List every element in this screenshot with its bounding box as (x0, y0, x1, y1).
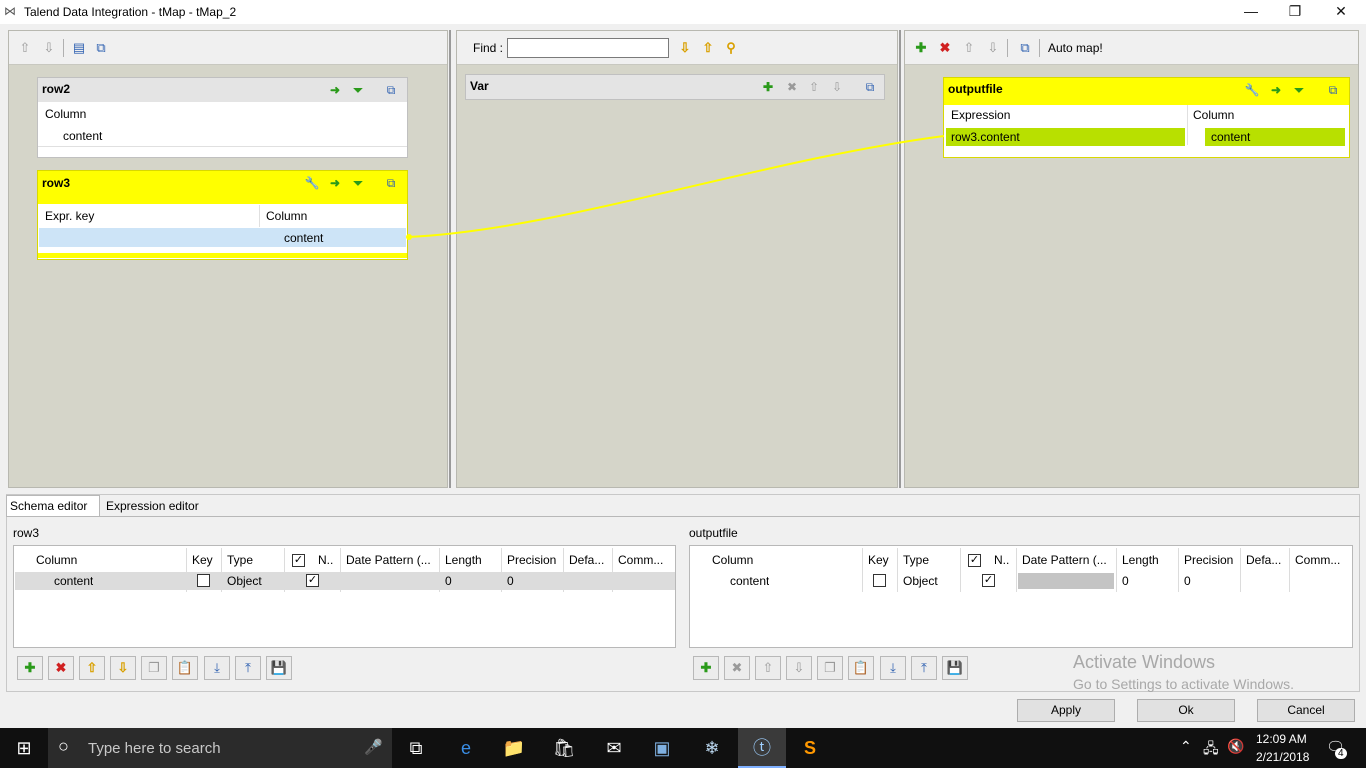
key-checkbox[interactable] (197, 574, 210, 587)
col-header-precision: Precision (1184, 553, 1234, 567)
row-column-value[interactable]: content (730, 571, 769, 591)
move-up-button[interactable]: ⇧ (755, 656, 781, 680)
col-header-comment: Comm... (1295, 553, 1341, 567)
row-precision-value[interactable]: 0 (507, 571, 514, 591)
clock-time[interactable]: 12:09 AM (1256, 732, 1307, 746)
taskbar-search-box[interactable]: ○ Type here to search 🎤 (48, 728, 392, 768)
export-button[interactable]: ⤒ (911, 656, 937, 680)
col-header-precision: Precision (507, 553, 557, 567)
file-explorer-icon[interactable]: 📁 (490, 728, 538, 768)
row-length-value[interactable]: 0 (1122, 571, 1129, 591)
right-schema-title: outputfile (689, 526, 738, 540)
search-placeholder: Type here to search (88, 740, 221, 757)
volume-muted-icon[interactable]: 🔇 (1227, 738, 1244, 755)
move-down-button[interactable]: ⇩ (786, 656, 812, 680)
clock-date[interactable]: 2/21/2018 (1256, 750, 1309, 764)
notification-count-badge: 4 (1335, 748, 1347, 759)
remove-column-button[interactable]: ✖ (48, 656, 74, 680)
nullable-header-checkbox[interactable]: ✓ (968, 554, 981, 567)
table-row[interactable] (15, 572, 675, 590)
ok-button[interactable]: Ok (1137, 699, 1235, 722)
save-icon[interactable]: 💾 (942, 656, 968, 680)
microphone-icon[interactable]: 🎤 (364, 738, 383, 756)
nullable-checkbox[interactable]: ✓ (306, 574, 319, 587)
left-schema-title: row3 (13, 526, 40, 540)
date-pattern-cell[interactable] (1018, 573, 1114, 589)
search-icon: ○ (58, 736, 69, 756)
windows-taskbar: ⊞ ○ Type here to search 🎤 ⧉ e 📁 🛍 ✉ ▣ ❄ … (0, 728, 1366, 768)
move-down-button[interactable]: ⇩ (110, 656, 136, 680)
remove-column-button[interactable]: ✖ (724, 656, 750, 680)
right-schema-table[interactable]: Column Key Type ✓ N.. Date Pattern (... … (689, 545, 1353, 648)
col-header-comment: Comm... (618, 553, 664, 567)
col-header-date-pattern: Date Pattern (... (346, 553, 431, 567)
col-header-nullable: N.. (318, 553, 334, 567)
cancel-button[interactable]: Cancel (1257, 699, 1355, 722)
start-windows-icon[interactable]: ⊞ (0, 728, 48, 768)
store-icon[interactable]: 🛍 (540, 728, 588, 768)
tab-expression-editor[interactable]: Expression editor (102, 496, 203, 516)
export-button[interactable]: ⤒ (235, 656, 261, 680)
copy-button[interactable]: ❐ (141, 656, 167, 680)
col-header-length: Length (445, 553, 482, 567)
add-column-button[interactable]: ✚ (17, 656, 43, 680)
save-icon[interactable]: 💾 (266, 656, 292, 680)
nullable-checkbox[interactable]: ✓ (982, 574, 995, 587)
mail-icon[interactable]: ✉ (590, 728, 638, 768)
import-button[interactable]: ⤓ (880, 656, 906, 680)
col-header-length: Length (1122, 553, 1159, 567)
activate-windows-title: Activate Windows (1073, 652, 1216, 672)
move-up-button[interactable]: ⇧ (79, 656, 105, 680)
col-header-default: Defa... (1246, 553, 1282, 567)
mapping-link (406, 135, 945, 240)
row-precision-value[interactable]: 0 (1184, 571, 1191, 591)
left-schema-table[interactable]: Column Key Type ✓ N.. Date Pattern (... … (13, 545, 676, 648)
edge-browser-icon[interactable]: e (442, 728, 490, 768)
col-header-default: Defa... (569, 553, 605, 567)
nullable-header-checkbox[interactable]: ✓ (292, 554, 305, 567)
col-header-nullable: N.. (994, 553, 1010, 567)
col-header-type: Type (903, 553, 930, 567)
paste-button[interactable]: 📋 (172, 656, 198, 680)
row-column-value[interactable]: content (54, 571, 93, 591)
task-view-icon[interactable]: ⧉ (392, 728, 440, 768)
row-type-value[interactable]: Object (227, 571, 262, 591)
col-header-key: Key (192, 553, 213, 567)
copy-button[interactable]: ❐ (817, 656, 843, 680)
snowflake-app-icon[interactable]: ❄ (688, 728, 736, 768)
key-checkbox[interactable] (873, 574, 886, 587)
paste-button[interactable]: 📋 (848, 656, 874, 680)
add-column-button[interactable]: ✚ (693, 656, 719, 680)
col-header-column: Column (36, 553, 78, 567)
col-header-key: Key (868, 553, 889, 567)
network-icon[interactable]: 🖧 (1203, 738, 1219, 762)
col-header-type: Type (227, 553, 254, 567)
col-header-date-pattern: Date Pattern (... (1022, 553, 1107, 567)
photos-app-icon[interactable]: ▣ (638, 728, 686, 768)
row-type-value[interactable]: Object (903, 571, 938, 591)
apply-button[interactable]: Apply (1017, 699, 1115, 722)
activate-windows-subtitle: Go to Settings to activate Windows. (1073, 676, 1294, 692)
sublime-text-icon[interactable]: S (786, 728, 834, 768)
show-hidden-icons-chevron-icon[interactable]: ⌃ (1180, 738, 1192, 755)
import-button[interactable]: ⤓ (204, 656, 230, 680)
row-length-value[interactable]: 0 (445, 571, 452, 591)
col-header-column: Column (712, 553, 754, 567)
tab-schema-editor[interactable]: Schema editor (6, 496, 91, 516)
talend-taskbar-icon[interactable]: ⓣ (738, 728, 786, 768)
